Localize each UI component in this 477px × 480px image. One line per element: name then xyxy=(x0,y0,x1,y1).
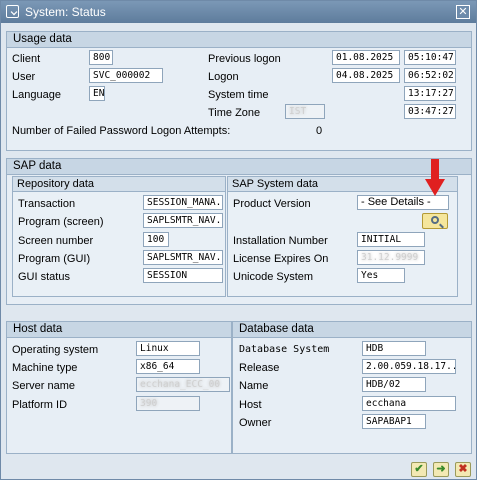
repository-data-header: Repository data xyxy=(13,177,225,192)
time-zone-field[interactable]: IST xyxy=(285,104,325,119)
name-label: Name xyxy=(239,380,269,392)
previous-logon-time-field[interactable]: 05:10:47 xyxy=(404,50,456,65)
time-zone-time-field[interactable]: 03:47:27 xyxy=(404,104,456,119)
database-system-field[interactable]: HDB xyxy=(362,341,426,356)
unicode-system-label: Unicode System xyxy=(233,271,314,283)
license-expires-field[interactable]: 31.12.9999 xyxy=(357,250,425,265)
window-title: System: Status xyxy=(25,5,106,19)
screen-number-field[interactable]: 100 xyxy=(143,232,169,247)
user-field[interactable]: SVC_000002 xyxy=(89,68,163,83)
previous-logon-label: Previous logon xyxy=(208,53,281,65)
client-label: Client xyxy=(12,53,41,65)
name-field[interactable]: HDB/02 xyxy=(362,377,426,392)
host-data-header: Host data xyxy=(7,322,231,338)
program-screen-label: Program (screen) xyxy=(18,216,104,228)
release-field[interactable]: 2.00.059.18.17... xyxy=(362,359,456,374)
operating-system-field[interactable]: Linux xyxy=(136,341,200,356)
product-version-label: Product Version xyxy=(233,198,311,210)
owner-field[interactable]: SAPABAP1 xyxy=(362,414,426,429)
ok-button[interactable]: ✔ xyxy=(411,462,427,477)
failed-attempts-value: 0 xyxy=(316,125,323,137)
database-system-label: Database System xyxy=(239,344,330,355)
client-field[interactable]: 800 xyxy=(89,50,113,65)
magnifier-icon xyxy=(431,216,439,224)
status-dialog: System: Status ✕ Usage data Client 800 U… xyxy=(0,0,477,480)
sap-system-data-header: SAP System data xyxy=(228,177,457,192)
program-gui-field[interactable]: SAPLSMTR_NAV... xyxy=(143,250,223,265)
transaction-field[interactable]: SESSION_MANA... xyxy=(143,195,223,210)
cancel-button[interactable]: ✖ xyxy=(455,462,471,477)
license-expires-label: License Expires On xyxy=(233,253,329,265)
unicode-system-field[interactable]: Yes xyxy=(357,268,405,283)
logon-time-field[interactable]: 06:52:02 xyxy=(404,68,456,83)
product-version-details-button[interactable] xyxy=(422,213,448,229)
user-label: User xyxy=(12,71,36,83)
gui-status-field[interactable]: SESSION xyxy=(143,268,223,283)
transaction-label: Transaction xyxy=(18,198,76,210)
language-field[interactable]: EN xyxy=(89,86,105,101)
red-arrow-annotation xyxy=(425,159,445,196)
language-label: Language xyxy=(12,89,61,101)
program-screen-field[interactable]: SAPLSMTR_NAV... xyxy=(143,213,223,228)
screen-number-label: Screen number xyxy=(18,235,94,247)
release-label: Release xyxy=(239,362,280,374)
sap-data-header: SAP data xyxy=(7,159,471,175)
logon-date-field[interactable]: 04.08.2025 xyxy=(332,68,400,83)
platform-id-field[interactable]: 390 xyxy=(136,396,200,411)
gui-status-label: GUI status xyxy=(18,271,70,283)
failed-attempts-label: Number of Failed Password Logon Attempts… xyxy=(12,125,231,137)
close-button[interactable]: ✕ xyxy=(456,5,470,19)
previous-logon-date-field[interactable]: 01.08.2025 xyxy=(332,50,400,65)
machine-type-label: Machine type xyxy=(12,362,78,374)
installation-number-field[interactable]: INITIAL xyxy=(357,232,425,247)
title-bar: System: Status ✕ xyxy=(1,1,476,23)
time-zone-label: Time Zone xyxy=(208,107,261,119)
server-name-label: Server name xyxy=(12,380,75,392)
machine-type-field[interactable]: x86_64 xyxy=(136,359,200,374)
platform-id-label: Platform ID xyxy=(12,399,68,411)
owner-label: Owner xyxy=(239,417,272,429)
host-label: Host xyxy=(239,399,262,411)
system-time-label: System time xyxy=(208,89,269,101)
usage-data-header: Usage data xyxy=(7,32,471,48)
product-version-field[interactable]: - See Details - xyxy=(357,195,449,210)
edit-window-icon xyxy=(6,5,19,18)
operating-system-label: Operating system xyxy=(12,344,99,356)
installation-number-label: Installation Number xyxy=(233,235,328,247)
next-button[interactable]: ➜ xyxy=(433,462,449,477)
database-data-header: Database data xyxy=(233,322,471,338)
system-time-field[interactable]: 13:17:27 xyxy=(404,86,456,101)
program-gui-label: Program (GUI) xyxy=(18,253,91,265)
host-field[interactable]: ecchana xyxy=(362,396,456,411)
server-name-field[interactable]: ecchana_ECC_00 xyxy=(136,377,230,392)
logon-label: Logon xyxy=(208,71,239,83)
